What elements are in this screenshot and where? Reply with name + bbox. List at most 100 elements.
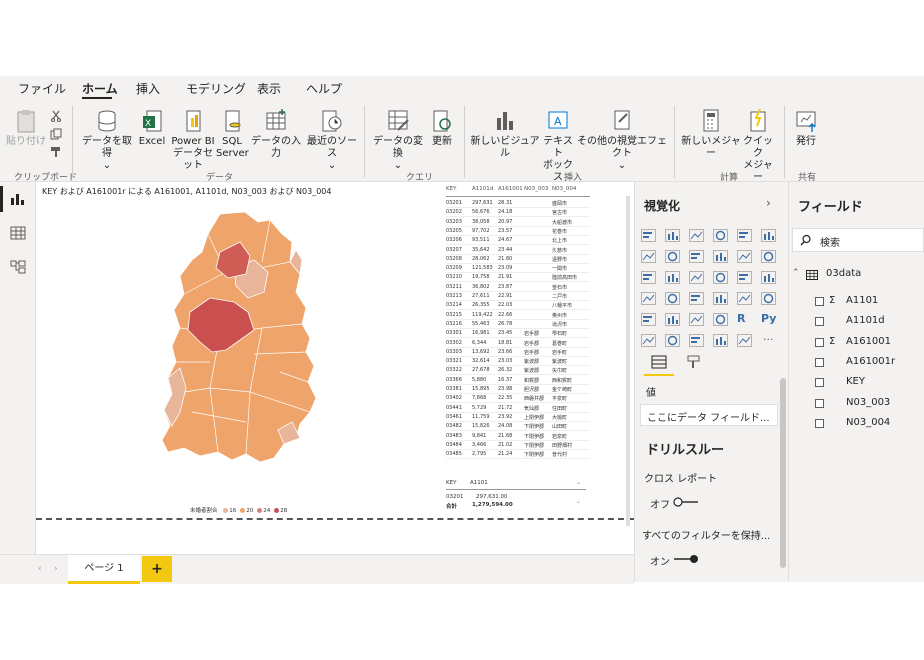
- line-column-icon[interactable]: [713, 250, 728, 263]
- gauge-icon[interactable]: [713, 292, 728, 305]
- table-row[interactable]: 03485 2,795 21.24 下閉伊郡 普代村: [446, 450, 590, 460]
- table-row[interactable]: 03208 28,062 21.80 遠野市: [446, 255, 590, 264]
- transform-data-button[interactable]: データの変換 ⌄: [370, 108, 426, 172]
- table-row[interactable]: 03206 93,511 24.67 北上市: [446, 236, 590, 246]
- table-row[interactable]: 03303 13,692 23.66 岩手郡 岩手町: [446, 348, 590, 357]
- table-row[interactable]: 03203 38,058 20.97 大船渡市: [446, 218, 590, 227]
- field-item-key[interactable]: KEY: [846, 376, 865, 387]
- table-expand-icon[interactable]: ⌃: [792, 268, 800, 278]
- table-row[interactable]: 03302 6,344 18.81 岩手郡 葛巻町: [446, 339, 590, 348]
- table-row[interactable]: 03214 26,355 22.03 八幡平市: [446, 301, 590, 311]
- cut-icon[interactable]: [50, 110, 62, 122]
- 100-column-icon[interactable]: [761, 229, 776, 242]
- new-visual-button[interactable]: 新しいビジュアル: [470, 108, 540, 160]
- page-next-icon[interactable]: ›: [54, 564, 58, 574]
- slicer-icon[interactable]: [665, 313, 680, 326]
- table-row[interactable]: 03216 55,463 26.78 滝沢市: [446, 320, 590, 329]
- keep-filters-toggle[interactable]: [672, 553, 700, 565]
- r-visual-icon[interactable]: R: [737, 312, 745, 325]
- shape-map-icon[interactable]: [689, 292, 704, 305]
- menu-home[interactable]: ホーム: [82, 80, 118, 97]
- page-tab-1[interactable]: ページ 1: [68, 555, 140, 584]
- new-measure-button[interactable]: 新しいメジャー: [680, 108, 742, 160]
- values-drop-field[interactable]: ここにデータ フィールド...: [640, 404, 778, 426]
- more-visuals-icon[interactable]: ...: [763, 330, 774, 343]
- model-view-icon[interactable]: [10, 260, 26, 274]
- field-item-n03_003[interactable]: N03_003: [846, 397, 890, 408]
- field-checkbox[interactable]: [815, 378, 824, 388]
- publish-button[interactable]: 発行: [790, 108, 822, 148]
- table-row[interactable]: 03202 56,676 24.18 宮古市: [446, 208, 590, 218]
- summary-scroll-down[interactable]: ⌄: [576, 498, 581, 505]
- table-row[interactable]: 03483 9,841 21.68 下閉伊郡 岩泉町: [446, 432, 590, 441]
- table-row[interactable]: 03381 15,895 23.98 胆沢郡 金ケ崎町: [446, 385, 590, 394]
- python-visual-icon[interactable]: Py: [761, 312, 776, 325]
- line-icon[interactable]: [641, 250, 656, 263]
- powerbi-dataset-button[interactable]: Power BI データセット: [170, 108, 216, 172]
- line-clustered-icon[interactable]: [737, 250, 752, 263]
- paginated-icon[interactable]: [737, 334, 752, 347]
- field-item-a161001r[interactable]: A161001r: [846, 356, 895, 367]
- paste-button[interactable]: 貼り付け: [6, 108, 46, 148]
- format-roller-icon[interactable]: [686, 354, 702, 370]
- table-header-n03_004[interactable]: N03_004: [552, 186, 576, 192]
- table-row[interactable]: 03322 27,678 26.32 紫波郡 矢巾町: [446, 366, 590, 376]
- smart-narrative-icon[interactable]: [713, 334, 728, 347]
- ribbon-icon[interactable]: [761, 250, 776, 263]
- card-icon[interactable]: [737, 292, 752, 305]
- clustered-bar-icon[interactable]: [689, 229, 704, 242]
- menu-file[interactable]: ファイル: [18, 80, 66, 97]
- stacked-column-icon[interactable]: [665, 229, 680, 242]
- viz-pane-scrollbar[interactable]: [780, 378, 786, 568]
- field-checkbox[interactable]: [815, 297, 824, 306]
- table-row[interactable]: 03215 119,422 22.66 奥州市: [446, 311, 590, 320]
- filled-map-icon[interactable]: [665, 292, 680, 305]
- field-item-a161001[interactable]: A161001: [846, 336, 891, 347]
- summary-scroll-up[interactable]: ⌃: [576, 482, 581, 489]
- page-prev-icon[interactable]: ‹: [38, 564, 42, 574]
- table-icon[interactable]: [689, 313, 704, 326]
- multi-row-card-icon[interactable]: [761, 292, 776, 305]
- field-item-a1101d[interactable]: A1101d: [846, 315, 885, 326]
- canvas-scrollbar[interactable]: [626, 196, 630, 526]
- table-row[interactable]: 03461 11,759 23.92 上閉伊郡 大槌町: [446, 413, 590, 422]
- data-view-icon[interactable]: [10, 226, 26, 240]
- field-checkbox[interactable]: [815, 317, 824, 327]
- qa-icon[interactable]: [689, 334, 704, 347]
- table-row[interactable]: 03207 35,642 23.44 久慈市: [446, 246, 590, 255]
- field-item-n03_004[interactable]: N03_004: [846, 417, 890, 428]
- funnel-icon[interactable]: [665, 271, 680, 284]
- field-item-a1101[interactable]: A1101: [846, 295, 878, 306]
- table-row[interactable]: 03402 7,868 22.35 西磐井郡 平泉町: [446, 394, 590, 404]
- iwate-choropleth-map[interactable]: [150, 212, 320, 468]
- table-header-n03_003[interactable]: N03_003: [524, 186, 548, 192]
- cross-report-toggle[interactable]: [672, 496, 700, 508]
- collapse-viz-icon[interactable]: ›: [766, 196, 771, 210]
- sql-server-button[interactable]: SQL Server: [216, 108, 249, 160]
- search-input[interactable]: 検索: [820, 234, 840, 249]
- key-influencers-icon[interactable]: [641, 334, 656, 347]
- table-row[interactable]: 03441 5,729 21.72 気仙郡 住田町: [446, 404, 590, 413]
- 100-bar-icon[interactable]: [737, 229, 752, 242]
- table-name[interactable]: 03data: [826, 268, 861, 279]
- quick-measure-button[interactable]: クイック メジャー: [740, 108, 776, 184]
- table-row[interactable]: 03205 97,702 23.57 花巻市: [446, 227, 590, 236]
- table-row[interactable]: 03482 15,826 24.08 下閉伊郡 山田町: [446, 422, 590, 432]
- format-painter-icon[interactable]: [50, 146, 62, 158]
- area-icon[interactable]: [665, 250, 680, 263]
- recent-sources-button[interactable]: 最近のソース ⌄: [304, 108, 360, 172]
- clustered-column-icon[interactable]: [713, 229, 728, 242]
- field-checkbox[interactable]: [815, 357, 824, 367]
- refresh-button[interactable]: 更新: [428, 108, 456, 148]
- menu-insert[interactable]: 挿入: [136, 80, 160, 97]
- table-header-key[interactable]: KEY: [446, 186, 456, 192]
- add-page-button[interactable]: +: [142, 556, 172, 582]
- table-row[interactable]: 03211 36,802 23.87 釜石市: [446, 283, 590, 292]
- excel-button[interactable]: X Excel: [138, 108, 166, 148]
- scatter-icon[interactable]: [689, 271, 704, 284]
- field-checkbox[interactable]: [815, 337, 824, 347]
- treemap-icon[interactable]: [761, 271, 776, 284]
- copy-icon[interactable]: [50, 128, 62, 140]
- more-visuals-button[interactable]: その他の視覚エフェクト ⌄: [576, 108, 668, 172]
- stacked-bar-icon[interactable]: [641, 229, 656, 242]
